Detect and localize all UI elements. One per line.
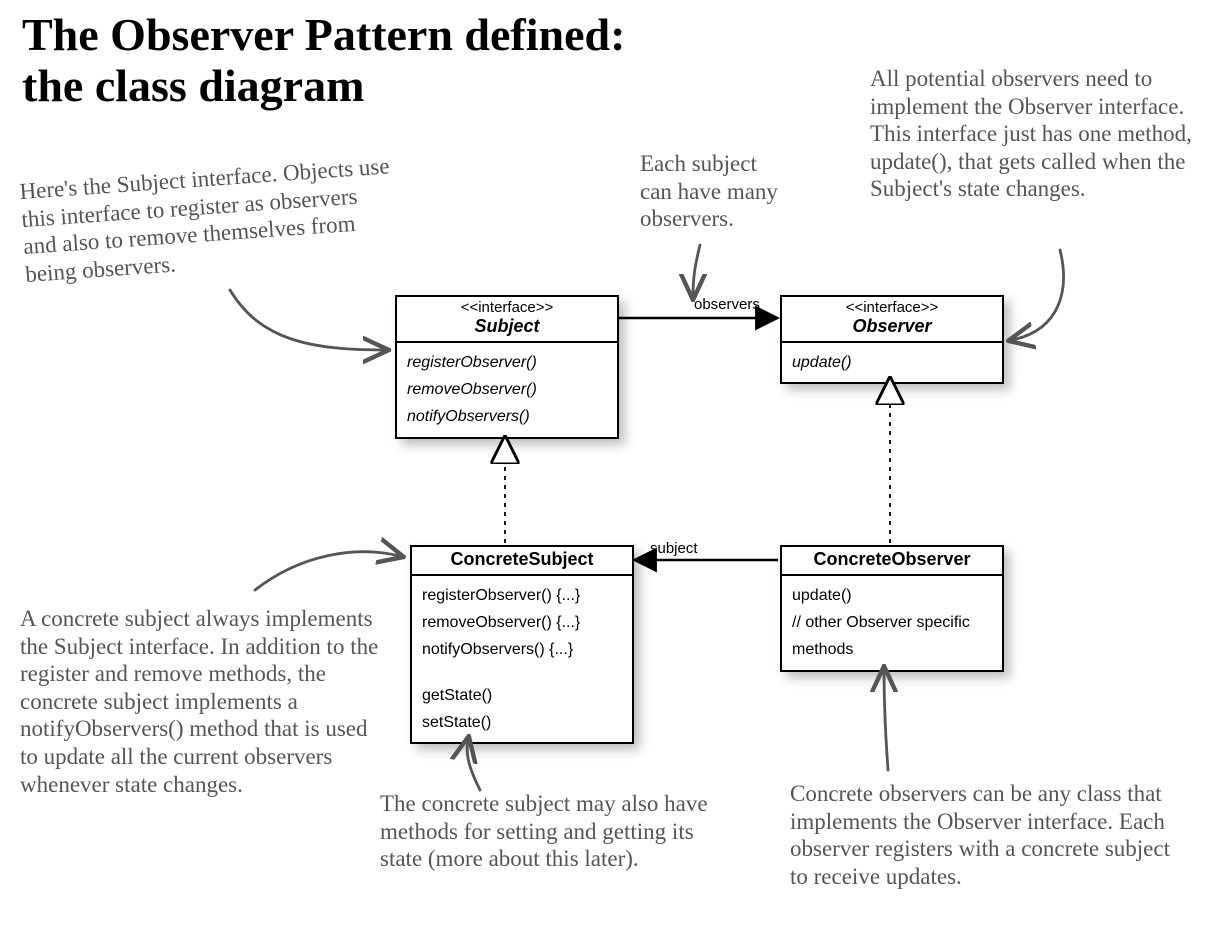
class-subject: <<interface>> Subject registerObserver()… [395,295,619,439]
class-observer: <<interface>> Observer update() [780,295,1004,384]
annotation-observer-interface: All potential observers need to implemen… [870,65,1230,203]
stereotype: <<interface>> [786,299,998,316]
annotation-subject-interface: Here's the Subject interface. Objects us… [19,152,401,288]
label-observers: observers [694,296,760,313]
class-name: Subject [401,316,613,337]
method: registerObserver() [407,349,607,376]
arrow-note-getset [467,740,480,790]
class-name: ConcreteSubject [416,549,628,570]
method: notifyObservers() [407,403,607,430]
annotation-getset: The concrete subject may also have metho… [380,790,740,873]
class-concrete-observer: ConcreteObserver update() // other Obser… [780,545,1004,672]
arrow-note-concrete-subject [255,552,400,590]
class-concrete-subject: ConcreteSubject registerObserver() {...}… [410,545,634,744]
annotation-each-subject: Each subject can have many observers. [640,150,860,233]
arrow-note-subject-interface [230,290,385,350]
class-name: Observer [786,316,998,337]
arrow-note-observer-interface [1012,250,1064,340]
method: methods [792,636,992,663]
label-subject: subject [650,540,698,557]
method: setState() [422,709,622,736]
method: removeObserver() {...} [422,609,622,636]
arrow-note-each-subject [693,245,700,296]
annotation-concrete-subject: A concrete subject always implements the… [20,605,390,798]
arrow-note-concrete-observer [884,670,888,770]
method: notifyObservers() {...} [422,636,622,663]
method: removeObserver() [407,376,607,403]
method: update() [792,582,992,609]
method: getState() [422,682,622,709]
method: update() [792,349,992,376]
class-name: ConcreteObserver [786,549,998,570]
diagram-title: The Observer Pattern defined: the class … [22,10,625,111]
stereotype: <<interface>> [401,299,613,316]
annotation-concrete-observer: Concrete observers can be any class that… [790,780,1180,890]
method: registerObserver() {...} [422,582,622,609]
method: // other Observer specific [792,609,992,636]
